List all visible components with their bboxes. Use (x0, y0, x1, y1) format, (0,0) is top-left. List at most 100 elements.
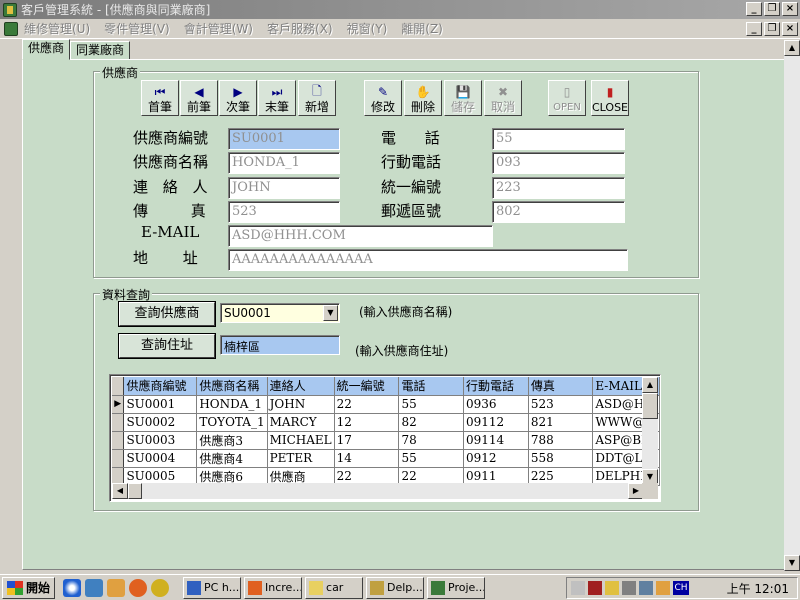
table-row[interactable]: SU0002 TOYOTA_1 MARCY 12 82 09112 821 WWW@C (112, 413, 660, 432)
mdi-close-button[interactable]: × (782, 22, 798, 36)
contact-field[interactable]: JOHN (228, 177, 340, 199)
table-cell[interactable]: 09114 (463, 431, 529, 450)
table-cell[interactable]: TOYOTA_1 (196, 413, 268, 432)
table-cell[interactable]: 0912 (463, 449, 529, 468)
chevron-down-icon[interactable]: ▼ (323, 305, 338, 321)
tab-suppliers[interactable]: 供應商 (22, 39, 71, 60)
main-scroll-up-icon[interactable]: ▲ (784, 40, 800, 56)
table-cell[interactable]: SU0001 (123, 395, 198, 414)
table-cell[interactable]: 17 (334, 431, 400, 450)
column-header[interactable]: 供應商名稱 (196, 377, 268, 396)
delete-button[interactable]: ✋ 刪除 (404, 80, 442, 116)
menu-accounting[interactable]: 會計管理(W) (184, 20, 253, 37)
current-row-indicator-icon[interactable]: ▶ (112, 395, 125, 414)
menu-repair[interactable]: 維修管理(U) (24, 20, 90, 37)
scroll-up-icon[interactable]: ▲ (642, 377, 658, 393)
restore-button[interactable]: ❐ (764, 2, 780, 16)
column-header[interactable]: 供應商編號 (123, 377, 198, 396)
row-indicator[interactable] (112, 413, 125, 432)
supplier-grid[interactable]: 供應商編號 供應商名稱 連絡人 統一編號 電話 行動電話 傳真 E-MAIL ▶… (109, 374, 661, 502)
mdi-minimize-button[interactable]: _ (746, 22, 762, 36)
task-project[interactable]: Proje... (427, 576, 486, 599)
table-cell[interactable]: SU0004 (123, 449, 198, 468)
grid-vertical-scrollbar[interactable]: ▲ ▼ (642, 377, 658, 485)
table-cell[interactable]: 22 (334, 395, 400, 414)
row-indicator[interactable] (112, 431, 125, 450)
table-cell[interactable]: 供應商4 (196, 449, 268, 468)
minimize-button[interactable]: _ (746, 2, 762, 16)
column-header[interactable]: 電話 (398, 377, 464, 396)
table-cell[interactable]: 55 (398, 395, 464, 414)
query-supplier-button[interactable]: 查詢供應商 (119, 302, 215, 326)
table-cell[interactable]: SU0003 (123, 431, 198, 450)
table-cell[interactable]: 12 (334, 413, 400, 432)
table-cell[interactable]: 供應商3 (196, 431, 268, 450)
close-button[interactable]: × (782, 2, 798, 16)
table-cell[interactable]: 558 (528, 449, 594, 468)
column-header[interactable]: 連絡人 (267, 377, 335, 396)
scroll-thumb[interactable] (642, 393, 658, 419)
query-address-button[interactable]: 查詢住址 (119, 334, 215, 358)
start-button[interactable]: 開始 (2, 576, 56, 599)
display-icon[interactable] (639, 581, 653, 595)
column-header[interactable]: 統一編號 (334, 377, 400, 396)
supplier-id-field[interactable]: SU0001 (228, 128, 340, 150)
task-incredimail[interactable]: Incre... (244, 576, 303, 599)
table-cell[interactable]: MICHAEL (267, 431, 335, 450)
table-cell[interactable]: HONDA_1 (196, 395, 268, 414)
new-record-button[interactable]: 🗋 新增 (298, 80, 336, 116)
app-icon[interactable] (3, 2, 17, 17)
tax-id-field[interactable]: 223 (492, 177, 625, 199)
shortcut-icon[interactable] (151, 578, 170, 597)
table-cell[interactable]: SU0002 (123, 413, 198, 432)
table-cell[interactable]: 523 (528, 395, 594, 414)
email-field[interactable]: ASD@HHH.COM (228, 225, 493, 247)
next-record-button[interactable]: ▶ 次筆 (219, 80, 257, 116)
supplier-combo[interactable]: SU0001 ▼ (220, 303, 340, 323)
scroll-left-icon[interactable]: ◀ (112, 483, 128, 499)
main-scroll-down-icon[interactable]: ▼ (784, 555, 800, 571)
edit-button[interactable]: ✎ 修改 (364, 80, 402, 116)
outlook-icon[interactable] (107, 578, 126, 597)
media-player-icon[interactable] (129, 578, 148, 597)
row-indicator[interactable] (112, 449, 125, 468)
main-vertical-scrollbar[interactable]: ▲ ▼ (784, 40, 800, 571)
task-pc-home[interactable]: PC h... (183, 576, 242, 599)
printer-icon[interactable] (622, 581, 636, 595)
close-form-button[interactable]: ▮ CLOSE (591, 80, 629, 116)
table-cell[interactable]: 14 (334, 449, 400, 468)
supplier-name-field[interactable]: HONDA_1 (228, 152, 340, 174)
mobile-field[interactable]: 093 (492, 152, 625, 174)
open-button[interactable]: ▯ OPEN (548, 80, 586, 116)
pen-icon[interactable] (605, 581, 619, 595)
address-query-input[interactable]: 楠梓區 (220, 335, 340, 355)
volume-icon[interactable] (571, 581, 585, 595)
previous-record-button[interactable]: ◀ 前筆 (180, 80, 218, 116)
table-row[interactable]: ▶ SU0001 HONDA_1 JOHN 22 55 0936 523 ASD@HH (112, 395, 660, 414)
first-record-button[interactable]: ⏮ 首筆 (141, 80, 179, 116)
menu-parts[interactable]: 零件管理(V) (104, 20, 170, 37)
table-cell[interactable]: 55 (398, 449, 464, 468)
grid-horizontal-scrollbar[interactable]: ◀ ▶ (112, 483, 644, 499)
table-cell[interactable]: MARCY (267, 413, 335, 432)
menu-exit[interactable]: 離開(Z) (401, 20, 443, 37)
zip-field[interactable]: 802 (492, 201, 625, 223)
table-cell[interactable]: 09112 (463, 413, 529, 432)
messenger-icon[interactable] (656, 581, 670, 595)
menu-window[interactable]: 視窗(Y) (347, 20, 388, 37)
clock[interactable]: 上午 12:01 (727, 580, 789, 597)
network-icon[interactable] (588, 581, 602, 595)
task-delphi[interactable]: Delp... (366, 576, 425, 599)
table-cell[interactable]: 82 (398, 413, 464, 432)
task-car-folder[interactable]: car (305, 576, 364, 599)
table-cell[interactable]: 821 (528, 413, 594, 432)
table-cell[interactable]: 78 (398, 431, 464, 450)
document-icon[interactable] (4, 21, 18, 36)
column-header[interactable]: 行動電話 (463, 377, 529, 396)
table-cell[interactable]: PETER (267, 449, 335, 468)
fax-field[interactable]: 523 (228, 201, 340, 223)
tab-peer-vendors[interactable]: 同業廠商 (70, 41, 131, 60)
horizontal-scroll-thumb[interactable] (128, 483, 142, 499)
phone-field[interactable]: 55 (492, 128, 625, 150)
last-record-button[interactable]: ⏭ 末筆 (258, 80, 296, 116)
